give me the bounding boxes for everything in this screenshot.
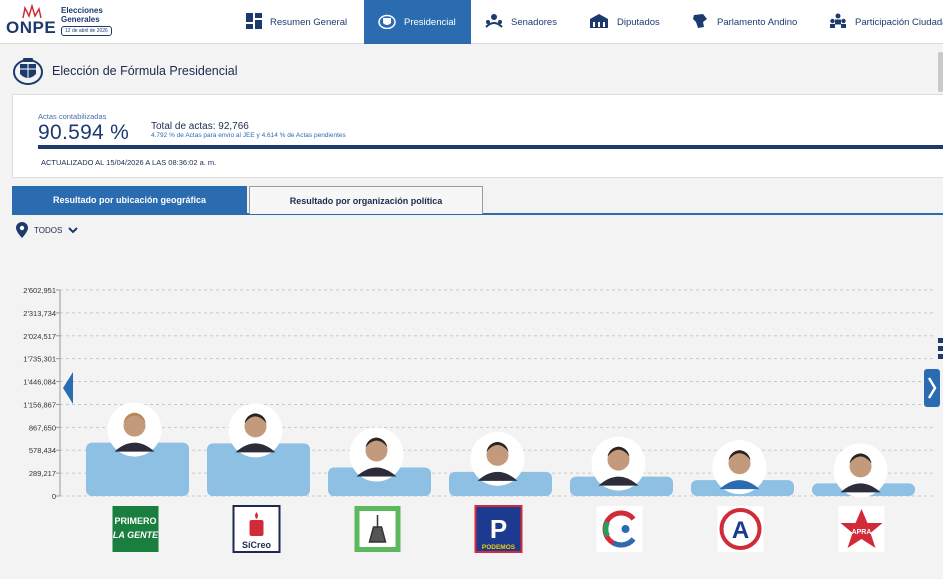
more-options-icon[interactable] [938,338,943,360]
nav-item-label: Presidencial [404,16,456,28]
logo-subtitle: Elecciones Generales [61,6,103,24]
nav-item-label: Diputados [617,16,660,28]
y-tick-label: 1'156,867 [23,400,56,409]
nav-item-presidencial[interactable]: Presidencial [364,0,471,44]
senate-icon [485,13,503,32]
party-logo-text: PRIMERO [114,516,156,526]
tab-geographic[interactable]: Resultado por ubicación geográfica [12,186,247,214]
nav-item-label: Resumen General [270,16,348,28]
total-actas: Total de actas: 92,766 [151,121,249,132]
peru-coat-of-arms-icon [13,58,43,85]
page-title: Elección de Fórmula Presidencial [52,64,238,78]
candle-icon [249,520,264,536]
party-logo-letter: P [490,514,507,544]
party-logo-text: APRA [852,529,872,536]
actas-summary-card: Actas contabilizadas 90.594 % Total de a… [12,94,943,178]
party-logo-text: SíCreo [242,540,272,550]
votes-bar-chart: 2'602,951 2'313,734 2'024,517 1'735,301 1'44… [23,286,935,553]
nav-item-parlamento-andino[interactable]: Parlamento Andino [677,0,815,44]
onpe-logo[interactable]: ONPE Elecciones Generales 12 de abril de… [6,4,116,40]
presidential-seal-icon [378,13,396,32]
y-tick-label: 867,650 [29,423,56,432]
y-tick-label: 2'602,951 [23,286,56,295]
nav-item-participaci-n-ciudadana[interactable]: Participación Ciudadana [815,0,943,44]
chart-next-button[interactable] [924,369,940,407]
party-logo-frame [112,506,159,552]
party-logo-letter: A [732,517,749,544]
y-tick-label: 289,217 [29,469,56,478]
party-logo-text: LA GENTE [113,530,159,540]
scrollbar-thumb[interactable] [938,52,943,92]
y-tick-label: 578,434 [29,446,56,455]
actas-progress-bar [38,145,943,149]
actas-label: Actas contabilizadas [38,112,107,121]
c-arc-green [603,520,610,538]
main-nav: Resumen General Presidencial Senadores Dipu… [232,0,943,44]
actas-detail: 4.792 % de Actas para envío al JEE y 4.6… [151,132,346,139]
nav-item-label: Parlamento Andino [717,16,798,28]
actas-percent: 90.594 % [38,121,130,144]
y-tick-label: 1'446,084 [23,378,56,387]
y-tick-label: 1'735,301 [23,355,56,364]
logo-text: ONPE [6,18,57,37]
y-tick-label: 2'024,517 [23,332,56,341]
tab-political-organization[interactable]: Resultado por organización política [249,186,483,214]
y-tick-label: 2'313,734 [23,309,56,318]
logo-date: 12 de abril de 2026 [61,26,112,36]
nav-item-label: Senadores [511,16,557,28]
chevron-right-icon [927,377,937,399]
location-filter[interactable]: TODOS [16,222,79,238]
c-dot [621,525,630,533]
andean-map-icon [691,13,709,32]
y-tick-label: 0 [52,492,56,501]
nav-item-label: Participación Ciudadana [855,16,943,28]
location-pin-icon [16,222,28,238]
nav-item-senadores[interactable]: Senadores [471,0,575,44]
people-icon [829,13,847,32]
page-header: Elección de Fórmula Presidencial [12,56,238,86]
result-tabs: Resultado por ubicación geográfica Resul… [12,186,943,215]
dashboard-icon [246,12,262,32]
top-navigation-bar: ONPE Elecciones Generales 12 de abril de… [0,0,943,44]
congress-building-icon [589,13,609,32]
chart-prev-arrow-icon[interactable] [63,372,75,404]
nav-item-diputados[interactable]: Diputados [575,0,677,44]
updated-timestamp: ACTUALIZADO AL 15/04/2026 A LAS 08:36:02… [41,158,217,167]
chevron-down-icon [68,227,79,234]
nav-item-resumen-general[interactable]: Resumen General [232,0,364,44]
filter-label: TODOS [34,225,63,235]
party-logo-text: PODEMOS [482,544,516,551]
